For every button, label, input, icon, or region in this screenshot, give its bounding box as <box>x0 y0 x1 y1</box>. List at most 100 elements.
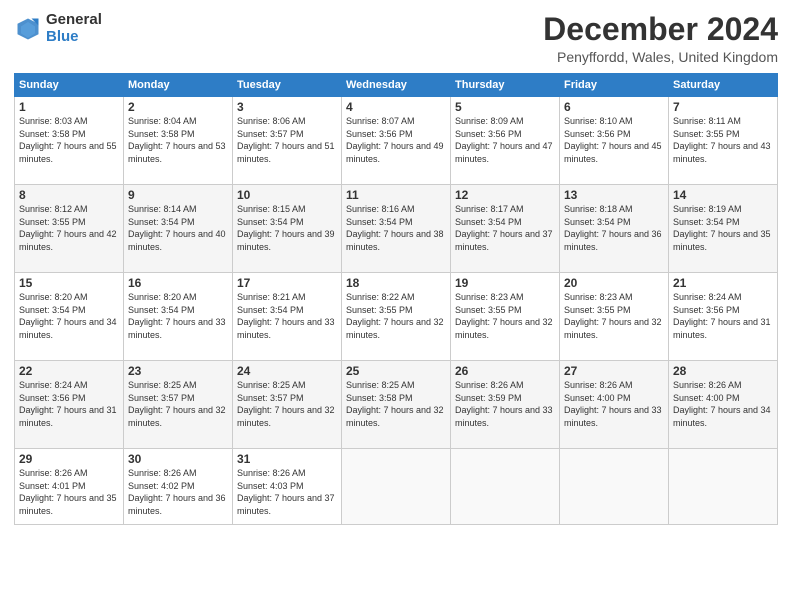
day-info: Sunrise: 8:26 AMSunset: 4:02 PMDaylight:… <box>128 467 228 517</box>
day-number: 10 <box>237 188 337 202</box>
calendar-cell: 11Sunrise: 8:16 AMSunset: 3:54 PMDayligh… <box>342 185 451 273</box>
day-info: Sunrise: 8:14 AMSunset: 3:54 PMDaylight:… <box>128 203 228 253</box>
calendar-cell: 29Sunrise: 8:26 AMSunset: 4:01 PMDayligh… <box>15 449 124 525</box>
day-number: 15 <box>19 276 119 290</box>
calendar-cell: 9Sunrise: 8:14 AMSunset: 3:54 PMDaylight… <box>124 185 233 273</box>
calendar-cell <box>560 449 669 525</box>
calendar-cell: 10Sunrise: 8:15 AMSunset: 3:54 PMDayligh… <box>233 185 342 273</box>
logo-blue-text: Blue <box>46 29 102 46</box>
day-info: Sunrise: 8:25 AMSunset: 3:58 PMDaylight:… <box>346 379 446 429</box>
day-number: 25 <box>346 364 446 378</box>
day-info: Sunrise: 8:25 AMSunset: 3:57 PMDaylight:… <box>128 379 228 429</box>
day-number: 24 <box>237 364 337 378</box>
calendar-row-3: 15Sunrise: 8:20 AMSunset: 3:54 PMDayligh… <box>15 273 778 361</box>
day-info: Sunrise: 8:19 AMSunset: 3:54 PMDaylight:… <box>673 203 773 253</box>
main-title: December 2024 <box>543 12 778 47</box>
calendar-cell: 6Sunrise: 8:10 AMSunset: 3:56 PMDaylight… <box>560 97 669 185</box>
day-info: Sunrise: 8:18 AMSunset: 3:54 PMDaylight:… <box>564 203 664 253</box>
day-info: Sunrise: 8:26 AMSunset: 4:03 PMDaylight:… <box>237 467 337 517</box>
day-number: 31 <box>237 452 337 466</box>
calendar-header-monday: Monday <box>124 74 233 97</box>
day-number: 17 <box>237 276 337 290</box>
day-info: Sunrise: 8:16 AMSunset: 3:54 PMDaylight:… <box>346 203 446 253</box>
calendar-cell: 21Sunrise: 8:24 AMSunset: 3:56 PMDayligh… <box>669 273 778 361</box>
day-info: Sunrise: 8:03 AMSunset: 3:58 PMDaylight:… <box>19 115 119 165</box>
day-number: 11 <box>346 188 446 202</box>
calendar-row-5: 29Sunrise: 8:26 AMSunset: 4:01 PMDayligh… <box>15 449 778 525</box>
calendar-header-friday: Friday <box>560 74 669 97</box>
calendar-cell <box>669 449 778 525</box>
calendar-cell: 3Sunrise: 8:06 AMSunset: 3:57 PMDaylight… <box>233 97 342 185</box>
day-info: Sunrise: 8:26 AMSunset: 4:01 PMDaylight:… <box>19 467 119 517</box>
calendar-cell: 26Sunrise: 8:26 AMSunset: 3:59 PMDayligh… <box>451 361 560 449</box>
day-info: Sunrise: 8:20 AMSunset: 3:54 PMDaylight:… <box>19 291 119 341</box>
calendar-header-thursday: Thursday <box>451 74 560 97</box>
day-info: Sunrise: 8:26 AMSunset: 4:00 PMDaylight:… <box>673 379 773 429</box>
day-info: Sunrise: 8:25 AMSunset: 3:57 PMDaylight:… <box>237 379 337 429</box>
calendar-cell: 5Sunrise: 8:09 AMSunset: 3:56 PMDaylight… <box>451 97 560 185</box>
day-info: Sunrise: 8:23 AMSunset: 3:55 PMDaylight:… <box>455 291 555 341</box>
day-number: 5 <box>455 100 555 114</box>
day-info: Sunrise: 8:21 AMSunset: 3:54 PMDaylight:… <box>237 291 337 341</box>
day-number: 18 <box>346 276 446 290</box>
day-info: Sunrise: 8:12 AMSunset: 3:55 PMDaylight:… <box>19 203 119 253</box>
calendar-cell: 31Sunrise: 8:26 AMSunset: 4:03 PMDayligh… <box>233 449 342 525</box>
day-number: 28 <box>673 364 773 378</box>
logo-icon <box>14 15 42 43</box>
calendar-cell: 22Sunrise: 8:24 AMSunset: 3:56 PMDayligh… <box>15 361 124 449</box>
day-info: Sunrise: 8:23 AMSunset: 3:55 PMDaylight:… <box>564 291 664 341</box>
calendar-cell: 16Sunrise: 8:20 AMSunset: 3:54 PMDayligh… <box>124 273 233 361</box>
day-number: 4 <box>346 100 446 114</box>
calendar-cell: 4Sunrise: 8:07 AMSunset: 3:56 PMDaylight… <box>342 97 451 185</box>
calendar-cell: 13Sunrise: 8:18 AMSunset: 3:54 PMDayligh… <box>560 185 669 273</box>
day-number: 22 <box>19 364 119 378</box>
day-info: Sunrise: 8:10 AMSunset: 3:56 PMDaylight:… <box>564 115 664 165</box>
day-number: 9 <box>128 188 228 202</box>
subtitle: Penyffordd, Wales, United Kingdom <box>543 49 778 65</box>
calendar-cell: 17Sunrise: 8:21 AMSunset: 3:54 PMDayligh… <box>233 273 342 361</box>
calendar-cell: 12Sunrise: 8:17 AMSunset: 3:54 PMDayligh… <box>451 185 560 273</box>
calendar-cell <box>451 449 560 525</box>
day-info: Sunrise: 8:26 AMSunset: 3:59 PMDaylight:… <box>455 379 555 429</box>
day-info: Sunrise: 8:20 AMSunset: 3:54 PMDaylight:… <box>128 291 228 341</box>
calendar-cell: 20Sunrise: 8:23 AMSunset: 3:55 PMDayligh… <box>560 273 669 361</box>
day-number: 16 <box>128 276 228 290</box>
day-number: 26 <box>455 364 555 378</box>
calendar-cell: 2Sunrise: 8:04 AMSunset: 3:58 PMDaylight… <box>124 97 233 185</box>
calendar-cell: 15Sunrise: 8:20 AMSunset: 3:54 PMDayligh… <box>15 273 124 361</box>
day-info: Sunrise: 8:22 AMSunset: 3:55 PMDaylight:… <box>346 291 446 341</box>
day-number: 1 <box>19 100 119 114</box>
day-info: Sunrise: 8:09 AMSunset: 3:56 PMDaylight:… <box>455 115 555 165</box>
calendar-header-tuesday: Tuesday <box>233 74 342 97</box>
day-number: 2 <box>128 100 228 114</box>
calendar-cell: 24Sunrise: 8:25 AMSunset: 3:57 PMDayligh… <box>233 361 342 449</box>
day-info: Sunrise: 8:11 AMSunset: 3:55 PMDaylight:… <box>673 115 773 165</box>
calendar-cell: 30Sunrise: 8:26 AMSunset: 4:02 PMDayligh… <box>124 449 233 525</box>
day-number: 7 <box>673 100 773 114</box>
day-number: 12 <box>455 188 555 202</box>
calendar-header-saturday: Saturday <box>669 74 778 97</box>
calendar-cell: 7Sunrise: 8:11 AMSunset: 3:55 PMDaylight… <box>669 97 778 185</box>
day-number: 8 <box>19 188 119 202</box>
logo: General Blue <box>14 12 102 45</box>
calendar-row-4: 22Sunrise: 8:24 AMSunset: 3:56 PMDayligh… <box>15 361 778 449</box>
day-number: 3 <box>237 100 337 114</box>
calendar-row-1: 1Sunrise: 8:03 AMSunset: 3:58 PMDaylight… <box>15 97 778 185</box>
day-info: Sunrise: 8:24 AMSunset: 3:56 PMDaylight:… <box>673 291 773 341</box>
calendar-cell: 27Sunrise: 8:26 AMSunset: 4:00 PMDayligh… <box>560 361 669 449</box>
calendar-cell: 28Sunrise: 8:26 AMSunset: 4:00 PMDayligh… <box>669 361 778 449</box>
day-info: Sunrise: 8:07 AMSunset: 3:56 PMDaylight:… <box>346 115 446 165</box>
calendar-cell: 25Sunrise: 8:25 AMSunset: 3:58 PMDayligh… <box>342 361 451 449</box>
logo-text: General Blue <box>46 12 102 45</box>
day-number: 30 <box>128 452 228 466</box>
header: General Blue December 2024 Penyffordd, W… <box>14 12 778 65</box>
calendar-cell: 8Sunrise: 8:12 AMSunset: 3:55 PMDaylight… <box>15 185 124 273</box>
calendar-cell <box>342 449 451 525</box>
day-info: Sunrise: 8:15 AMSunset: 3:54 PMDaylight:… <box>237 203 337 253</box>
calendar-cell: 1Sunrise: 8:03 AMSunset: 3:58 PMDaylight… <box>15 97 124 185</box>
day-info: Sunrise: 8:17 AMSunset: 3:54 PMDaylight:… <box>455 203 555 253</box>
logo-general-text: General <box>46 12 102 29</box>
calendar-row-2: 8Sunrise: 8:12 AMSunset: 3:55 PMDaylight… <box>15 185 778 273</box>
day-number: 19 <box>455 276 555 290</box>
calendar-header-wednesday: Wednesday <box>342 74 451 97</box>
